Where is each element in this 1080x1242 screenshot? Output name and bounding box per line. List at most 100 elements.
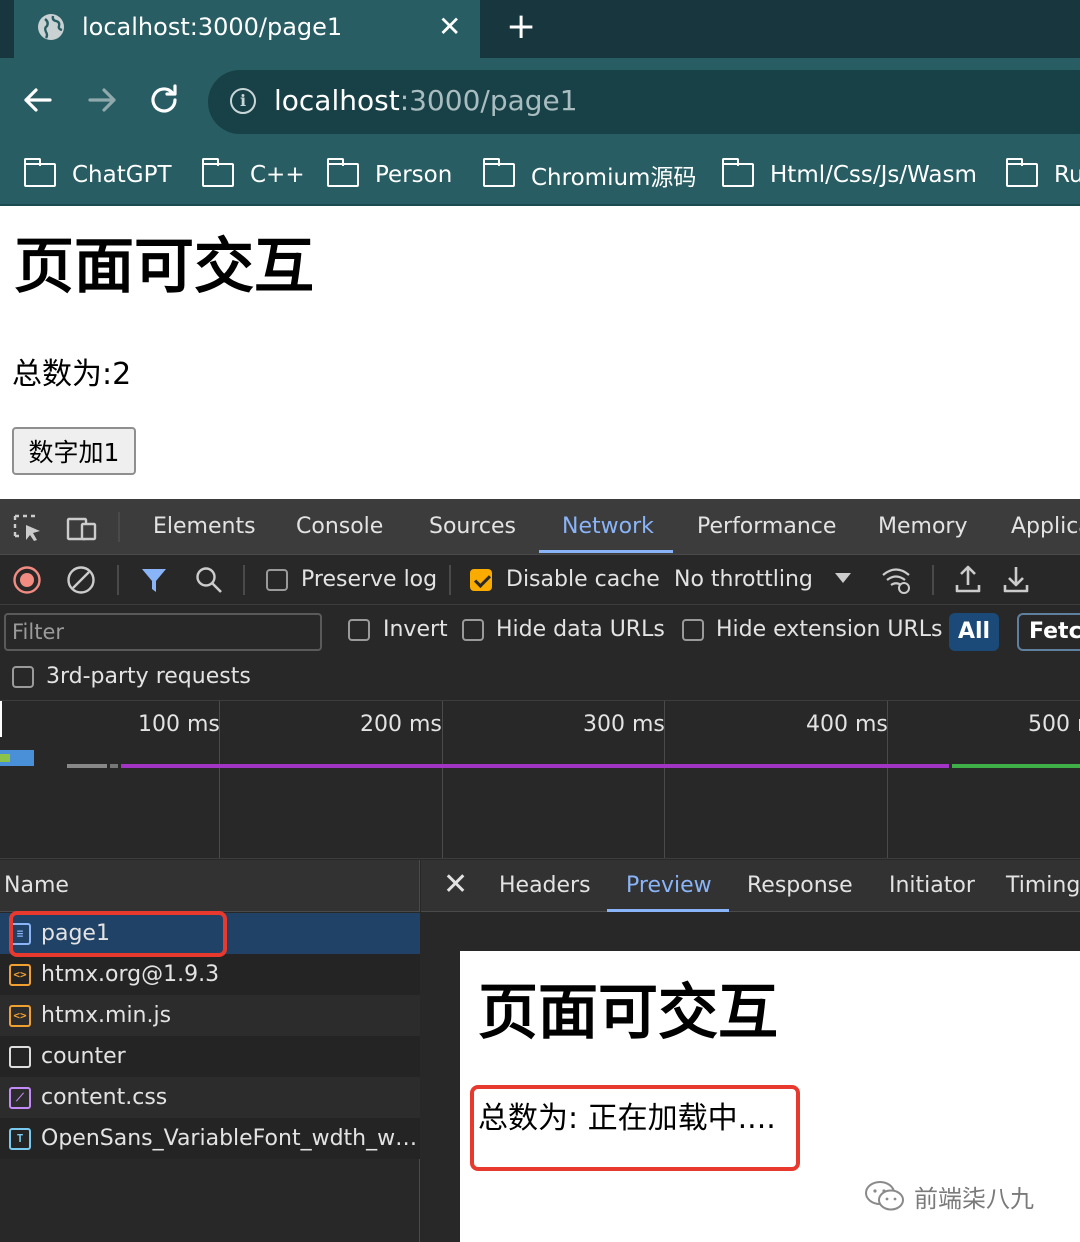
stylesheet-icon: ⟋ — [9, 1086, 31, 1109]
hide-extension-urls-checkbox[interactable] — [682, 619, 704, 641]
tab-performance[interactable]: Performance — [697, 511, 836, 543]
timeline-tick-label: 300 ms — [583, 712, 665, 737]
globe-icon — [38, 14, 64, 40]
tab-timing[interactable]: Timing — [1006, 870, 1080, 902]
dropdown-triangle-icon[interactable] — [834, 571, 852, 585]
toolbar-divider — [118, 512, 120, 542]
highlight-annotation — [470, 1085, 800, 1171]
tab-network[interactable]: Network — [562, 511, 654, 543]
folder-icon — [202, 158, 234, 187]
tab-close-icon[interactable]: ✕ — [438, 12, 461, 42]
bookmark-person[interactable]: Person — [327, 158, 452, 192]
timeline-tick-label: 400 ms — [806, 712, 888, 737]
record-stop-icon[interactable] — [12, 565, 42, 595]
address-url[interactable]: localhost:3000/page1 — [274, 83, 578, 119]
timeline-bar-segment — [0, 754, 10, 762]
device-toolbar-icon[interactable] — [66, 513, 98, 543]
forward-arrow-icon[interactable] — [82, 78, 122, 122]
script-icon: <> — [9, 963, 31, 986]
filter-input[interactable] — [4, 613, 322, 651]
bookmark-label: ChatGPT — [72, 162, 172, 188]
tab-preview[interactable]: Preview — [626, 870, 712, 902]
browser-tab-active[interactable]: localhost:3000/page1 ✕ — [14, 0, 480, 58]
tab-headers[interactable]: Headers — [499, 870, 591, 902]
bookmark-ru[interactable]: Ru — [1006, 158, 1080, 192]
watermark: 前端柒八九 — [864, 1176, 1034, 1216]
tab-strip: localhost:3000/page1 ✕ + — [0, 0, 1080, 58]
type-filter-all[interactable]: All — [949, 613, 999, 651]
timeline-bar-waiting — [110, 764, 118, 768]
tab-sources[interactable]: Sources — [429, 511, 516, 543]
network-conditions-icon[interactable] — [880, 565, 914, 595]
request-name: htmx.org@1.9.3 — [41, 962, 220, 987]
network-timeline[interactable]: 100 ms 200 ms 300 ms 400 ms 500 r — [0, 701, 1080, 859]
highlight-annotation — [9, 911, 227, 957]
type-filter-fetch[interactable]: Fetcl — [1017, 613, 1080, 651]
hide-data-urls-label: Hide data URLs — [496, 617, 665, 642]
other-icon — [9, 1045, 31, 1068]
tab-response[interactable]: Response — [747, 870, 853, 902]
close-detail-icon[interactable]: ✕ — [443, 868, 468, 902]
back-arrow-icon[interactable] — [18, 78, 58, 122]
tab-console[interactable]: Console — [296, 511, 383, 543]
tab-memory[interactable]: Memory — [878, 511, 967, 543]
disable-cache-checkbox[interactable] — [470, 569, 492, 591]
url-path: :3000/page1 — [399, 84, 578, 117]
clear-icon[interactable] — [66, 565, 96, 595]
reload-icon[interactable] — [144, 78, 184, 122]
tab-elements[interactable]: Elements — [153, 511, 256, 543]
page-content: 页面可交互 总数为:2 数字加1 — [0, 207, 1080, 499]
bookmark-chatgpt[interactable]: ChatGPT — [24, 158, 172, 192]
search-icon[interactable] — [194, 565, 224, 595]
tab-title: localhost:3000/page1 — [82, 13, 343, 41]
script-icon: <> — [9, 1004, 31, 1027]
filter-bar: Invert Hide data URLs Hide extension URL… — [0, 605, 1080, 701]
timeline-tick-label: 100 ms — [138, 712, 220, 737]
bookmark-label: Person — [375, 162, 453, 188]
bookmark-label: Html/Css/Js/Wasm — [770, 162, 977, 188]
folder-icon — [327, 158, 359, 187]
name-column-header[interactable]: Name — [0, 860, 420, 912]
export-har-icon[interactable] — [1002, 563, 1030, 595]
bookmarks-bar: ChatGPT C++ Person Chromium源码 Html/Css/J… — [0, 146, 1080, 206]
toolbar-divider — [932, 565, 934, 595]
hide-data-urls-checkbox[interactable] — [462, 619, 484, 641]
third-party-label: 3rd-party requests — [46, 664, 251, 689]
request-row-htmx-org[interactable]: <> htmx.org@1.9.3 — [0, 954, 420, 995]
new-tab-button[interactable]: + — [506, 8, 536, 46]
request-row-content-css[interactable]: ⟋ content.css — [0, 1077, 420, 1118]
third-party-checkbox[interactable] — [12, 666, 34, 688]
tab-application[interactable]: Applica — [1011, 511, 1080, 543]
bookmark-label: Chromium源码 — [531, 165, 697, 191]
disable-cache-label: Disable cache — [506, 567, 660, 592]
devtools-tab-bar: Elements Console Sources Network Perform… — [0, 499, 1080, 555]
bookmark-html-css-js[interactable]: Html/Css/Js/Wasm — [722, 158, 977, 192]
timeline-cursor — [0, 701, 2, 737]
request-row-font[interactable]: T OpenSans_VariableFont_wdth_w… — [0, 1118, 420, 1159]
request-row-htmx-min[interactable]: <> htmx.min.js — [0, 995, 420, 1036]
inspect-element-icon[interactable] — [12, 513, 44, 543]
increment-button[interactable]: 数字加1 — [12, 427, 136, 475]
watermark-text: 前端柒八九 — [914, 1184, 1034, 1213]
filter-funnel-icon[interactable] — [140, 565, 168, 595]
address-bar[interactable]: localhost:3000/page1 — [208, 70, 1080, 134]
toolbar-divider — [449, 565, 451, 595]
network-toolbar: Preserve log Disable cache No throttling — [0, 555, 1080, 605]
folder-icon — [1006, 158, 1038, 187]
hide-extension-urls-label: Hide extension URLs — [716, 617, 943, 642]
folder-icon — [722, 158, 754, 187]
active-tab-indicator — [539, 550, 673, 553]
bookmark-cpp[interactable]: C++ — [202, 158, 305, 192]
font-icon: T — [9, 1127, 31, 1150]
bookmark-chromium[interactable]: Chromium源码 — [483, 158, 696, 192]
tab-initiator[interactable]: Initiator — [889, 870, 975, 902]
preserve-log-checkbox[interactable] — [266, 569, 288, 591]
throttling-select[interactable]: No throttling — [674, 565, 813, 595]
invert-checkbox[interactable] — [348, 619, 370, 641]
request-list: ≡ page1 <> htmx.org@1.9.3 <> htmx.min.js… — [0, 911, 420, 1242]
import-har-icon[interactable] — [954, 563, 982, 595]
bookmark-label: Ru — [1054, 162, 1080, 188]
folder-icon — [483, 158, 515, 187]
site-info-icon[interactable] — [230, 88, 256, 114]
request-row-counter[interactable]: counter — [0, 1036, 420, 1077]
